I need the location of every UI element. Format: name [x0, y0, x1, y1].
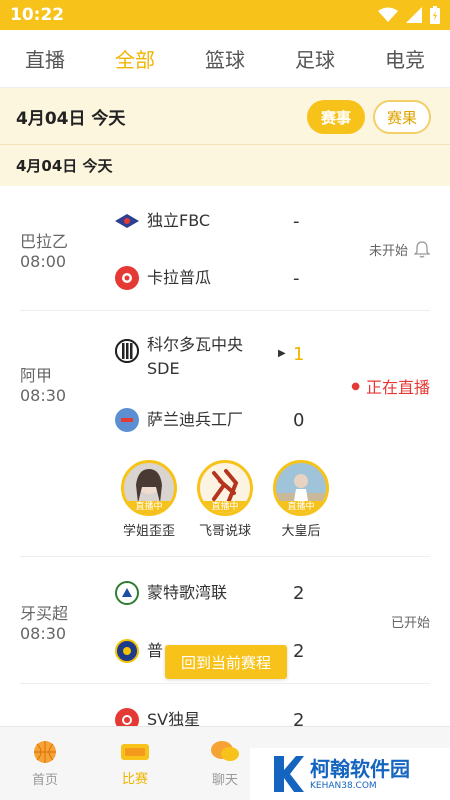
home-score: - [293, 211, 300, 232]
match-card[interactable]: SV独星 2 [0, 684, 450, 726]
tab-football[interactable]: 足球 [287, 38, 343, 79]
live-dot-icon: ● [351, 380, 360, 392]
status-text: 已开始 [390, 616, 430, 631]
streamer[interactable]: 直播中 大皇后 [272, 460, 330, 539]
watermark-logo-icon [274, 756, 304, 792]
team-name: 科尔多瓦中央SDE [147, 335, 244, 378]
avatar: 直播中 [273, 460, 329, 516]
home-score: 1 [293, 344, 305, 365]
watermark-url: KEHAN38.COM [310, 781, 377, 791]
streamer-name: 大皇后 [281, 524, 321, 539]
tab-esports[interactable]: 电竞 [377, 38, 433, 79]
tab-all[interactable]: 全部 [107, 38, 163, 79]
live-badge: 直播中 [276, 501, 326, 513]
nav-matches[interactable]: 比赛 [90, 727, 180, 800]
wifi-icon [378, 7, 398, 22]
team-logo-icon [115, 408, 139, 432]
category-tabs: 直播 全部 篮球 足球 电竞 [0, 30, 450, 88]
streamer-list: 直播中 学姐歪歪 直播中 飞哥说球 直播中 大皇后 [120, 460, 330, 539]
date-header-text: 4月04日 今天 [16, 108, 126, 129]
bell-icon[interactable] [414, 240, 430, 259]
home-team: 科尔多瓦中央SDE [115, 333, 257, 381]
team-name: SV独星 [147, 710, 201, 726]
league-name: 牙买超 [20, 604, 69, 623]
team-logo-icon [115, 708, 139, 726]
away-team: 萨兰迪兵工厂 [115, 408, 243, 432]
match-status: 未开始 [369, 240, 430, 259]
team-logo-icon [115, 266, 139, 290]
league-name: 巴拉乙 [20, 232, 69, 251]
date-subheader: 4月04日 今天 [0, 144, 450, 186]
team-name: 萨兰迪兵工厂 [147, 410, 244, 429]
team-logo-icon [115, 639, 139, 663]
ticket-icon [121, 744, 149, 760]
team-name: 蒙特歌湾联 [147, 583, 228, 602]
league-name: 阿甲 [20, 366, 53, 385]
watermark: 柯翰软件园 KEHAN38.COM [250, 748, 450, 800]
status-bar: 10:22 [0, 0, 450, 30]
away-team: 卡拉普瓜 [115, 266, 211, 290]
status-text: 正在直播 [365, 378, 430, 397]
streamer[interactable]: 直播中 飞哥说球 [196, 460, 254, 539]
live-badge: 直播中 [124, 501, 174, 513]
kickoff-time: 08:30 [20, 386, 67, 405]
nav-label: 比赛 [121, 772, 148, 787]
date-panel: 4月04日 今天 赛事 赛果 4月04日 今天 [0, 88, 450, 186]
streamer-name: 学姐歪歪 [122, 524, 175, 539]
system-icons [378, 6, 440, 24]
live-badge: 直播中 [200, 501, 250, 513]
team-logo-icon [115, 209, 139, 233]
away-score: 2 [293, 641, 305, 662]
kickoff-time: 08:00 [20, 252, 67, 271]
away-score: 0 [293, 410, 305, 431]
team-name: 独立FBC [147, 211, 211, 230]
tab-live[interactable]: 直播 [17, 38, 73, 79]
watermark-text: 柯翰软件园 [310, 757, 410, 781]
match-card[interactable]: 阿甲 08:30 科尔多瓦中央SDE ▶ 1 萨兰迪兵工厂 0 ● 正在直播 直… [0, 311, 450, 556]
streamer[interactable]: 直播中 学姐歪歪 [120, 460, 178, 539]
match-status: 已开始 [391, 612, 430, 631]
team-name: 普 [147, 641, 164, 660]
match-status: ● 正在直播 [351, 374, 430, 398]
home-score: 2 [293, 583, 305, 604]
match-card[interactable]: 巴拉乙 08:00 独立FBC - 卡拉普瓜 - 未开始 [0, 186, 450, 310]
away-team: 普 [115, 639, 163, 663]
away-score: - [293, 268, 300, 289]
chat-icon [211, 741, 239, 761]
streamer-name: 飞哥说球 [198, 524, 251, 539]
battery-icon [430, 6, 440, 24]
home-score: 2 [293, 710, 305, 726]
results-button[interactable]: 赛果 [373, 100, 431, 134]
avatar: 直播中 [121, 460, 177, 516]
nav-home[interactable]: 首页 [0, 727, 90, 800]
team-logo-icon [115, 339, 139, 363]
events-button[interactable]: 赛事 [307, 100, 365, 134]
home-team: SV独星 [115, 708, 200, 726]
team-name: 卡拉普瓜 [147, 268, 212, 287]
play-icon: ▶ [278, 348, 286, 359]
home-team: 蒙特歌湾联 [115, 581, 227, 605]
kickoff-time: 08:30 [20, 624, 67, 643]
signal-icon [406, 7, 422, 23]
back-to-current-button[interactable]: 回到当前赛程 [165, 645, 287, 679]
home-team: 独立FBC [115, 209, 210, 233]
basketball-icon [34, 741, 56, 763]
status-text: 未开始 [368, 244, 408, 259]
tab-basketball[interactable]: 篮球 [197, 38, 253, 79]
clock: 10:22 [10, 5, 65, 25]
team-logo-icon [115, 581, 139, 605]
nav-label: 聊天 [211, 773, 238, 788]
avatar: 直播中 [197, 460, 253, 516]
nav-label: 首页 [31, 773, 58, 788]
